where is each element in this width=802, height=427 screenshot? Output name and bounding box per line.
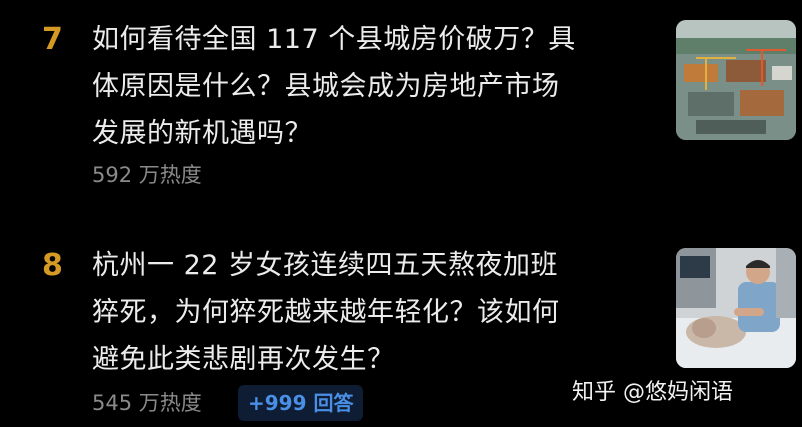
question-title-line: 猝死，为何猝死越来越年轻化？该如何 [92,297,560,328]
zhihu-watermark: 知乎 @悠妈闲语 [572,380,733,405]
answers-count-badge[interactable]: +999 回答 [238,385,364,421]
question-title-line: 发展的新机遇吗？ [92,118,312,149]
question-title-line: 如何看待全国 117 个县城房价破万？具 [92,24,576,55]
heat-count: 545 万热度 [92,391,202,415]
question-title-line: 避免此类悲剧再次发生？ [92,344,395,375]
question-title[interactable]: 杭州一 22 岁女孩连续四五天熬夜加班 猝死，为何猝死越来越年轻化？该如何 避免… [92,242,652,383]
question-title-line: 杭州一 22 岁女孩连续四五天熬夜加班 [92,250,559,281]
hot-list-page: 7 如何看待全国 117 个县城房价破万？具 体原因是什么？县城会成为房地产市场… [0,0,802,427]
rank-number: 8 [42,248,63,283]
question-title[interactable]: 如何看待全国 117 个县城房价破万？具 体原因是什么？县城会成为房地产市场 发… [92,16,652,157]
heat-count: 592 万热度 [92,163,202,187]
construction-site-thumbnail[interactable] [676,20,796,140]
question-title-line: 体原因是什么？县城会成为房地产市场 [92,71,560,102]
hospital-patient-thumbnail[interactable] [676,248,796,368]
rank-number: 7 [42,22,63,57]
